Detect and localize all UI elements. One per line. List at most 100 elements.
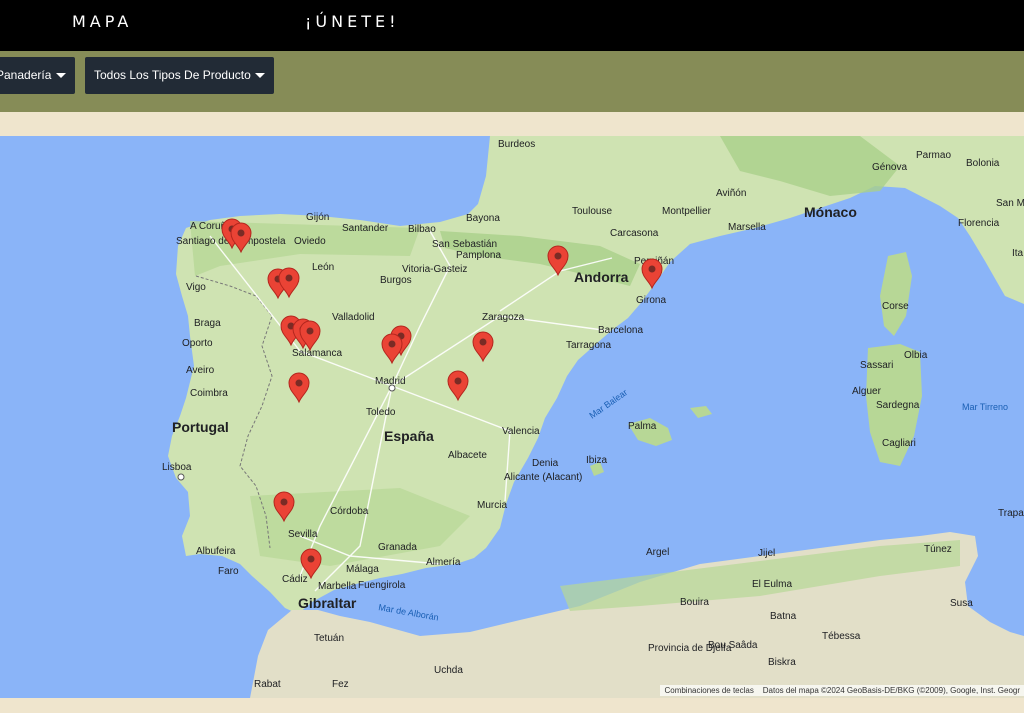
map-label: Andorra <box>574 269 629 285</box>
map-label: Sevilla <box>288 529 318 540</box>
map-label: Trapa <box>998 508 1024 519</box>
top-navigation: MAPA ¡ÚNETE! <box>0 0 1024 51</box>
map-label: Valencia <box>502 426 540 437</box>
map-label: Tetuán <box>314 633 344 644</box>
map-label: Carcasona <box>610 228 659 239</box>
map-label: Ita <box>1012 248 1024 259</box>
map-label: Denia <box>532 458 559 469</box>
map-label: Cádiz <box>282 574 308 585</box>
map-label: Uchda <box>434 665 463 676</box>
map-label: Santander <box>342 223 389 234</box>
island-corsica <box>880 252 912 336</box>
map-label: Fez <box>332 679 349 690</box>
map-label: Bilbao <box>408 224 436 235</box>
map-label: Túnez <box>924 544 952 555</box>
map-label: Granada <box>378 542 417 553</box>
map-label: Génova <box>872 162 907 173</box>
map-label: Palma <box>628 421 657 432</box>
map-label: Gijón <box>306 212 329 223</box>
map-view[interactable]: Portugal España Andorra Mónaco Gibraltar… <box>0 136 1024 698</box>
map-label: Zaragoza <box>482 312 525 323</box>
chevron-down-icon <box>56 73 66 78</box>
chevron-down-icon <box>255 73 265 78</box>
map-label: Mar Balear <box>587 387 629 420</box>
map-label: Barcelona <box>598 325 643 336</box>
map-label: Argel <box>646 547 669 558</box>
map-label: Almería <box>426 557 461 568</box>
map-label: Montpellier <box>662 206 712 217</box>
map-label: Toledo <box>366 407 396 418</box>
map-label: Marsella <box>728 222 766 233</box>
map-label: Florencia <box>958 218 1000 229</box>
map-attribution: Combinaciones de teclas Datos del mapa ©… <box>660 685 1024 696</box>
map-label: Girona <box>636 295 666 306</box>
category-select-value: Panadería <box>0 68 52 82</box>
map-label: Cagliari <box>882 438 916 449</box>
map-label: Marbella <box>318 581 357 592</box>
filter-bar: Panadería Todos Los Tipos De Producto <box>0 51 1024 112</box>
map-label: Albufeira <box>196 546 236 557</box>
nav-link-unete[interactable]: ¡ÚNETE! <box>305 12 400 31</box>
map-label: Burdeos <box>498 139 535 150</box>
map-canvas: Portugal España Andorra Mónaco Gibraltar… <box>162 136 1024 698</box>
nav-link-mapa[interactable]: MAPA <box>72 12 132 31</box>
map-label: Rabat <box>254 679 281 690</box>
map-label: Gibraltar <box>298 595 357 611</box>
map-label: Jijel <box>758 548 775 559</box>
map-label: Madrid <box>375 376 406 387</box>
map-label: Sardegna <box>876 400 920 411</box>
island-menorca <box>690 406 712 418</box>
map-label: Aveiro <box>186 365 215 376</box>
map-label: Portugal <box>172 419 229 435</box>
map-label: Vigo <box>186 282 206 293</box>
map-label: Albacete <box>448 450 487 461</box>
map-label: Lisboa <box>162 462 192 473</box>
map-label: Salamanca <box>292 348 342 359</box>
map-label: Faro <box>218 566 239 577</box>
map-label: El Eulma <box>752 579 792 590</box>
map-label: Mar de Alborán <box>378 602 440 622</box>
map-label: Aviñón <box>716 188 746 199</box>
map-label: Biskra <box>768 657 796 668</box>
map-label: Bou Saâda <box>708 640 758 651</box>
footer-band <box>0 698 1024 713</box>
map-label: Sassari <box>860 360 893 371</box>
map-label: Murcia <box>477 500 507 511</box>
map-label: Oviedo <box>294 236 326 247</box>
map-label: Toulouse <box>572 206 612 217</box>
map-label: Bolonia <box>966 158 1000 169</box>
map-label: Alicante (Alacant) <box>504 472 582 483</box>
map-label: San Ma <box>996 198 1024 209</box>
map-label: Braga <box>194 318 221 329</box>
map-label: Parmao <box>916 150 951 161</box>
map-label: Bouira <box>680 597 709 608</box>
map-label: Susa <box>950 598 973 609</box>
product-type-select-value: Todos Los Tipos De Producto <box>94 68 251 82</box>
map-label: Málaga <box>346 564 379 575</box>
map-label: España <box>384 428 434 444</box>
map-label: Burgos <box>380 275 412 286</box>
map-label: Bayona <box>466 213 500 224</box>
keyboard-shortcuts-link[interactable]: Combinaciones de teclas <box>664 686 753 695</box>
map-label: Tarragona <box>566 340 611 351</box>
map-label: Vitoria-Gasteiz <box>402 264 467 275</box>
map-label: Pamplona <box>456 250 501 261</box>
map-label: Valladolid <box>332 312 375 323</box>
map-label: Alguer <box>852 386 882 397</box>
map-label: Ibiza <box>586 455 608 466</box>
map-label: Batna <box>770 611 797 622</box>
map-label: Córdoba <box>330 506 369 517</box>
map-label: León <box>312 262 334 273</box>
product-type-select[interactable]: Todos Los Tipos De Producto <box>85 57 274 94</box>
map-label: Oporto <box>182 338 213 349</box>
category-select[interactable]: Panadería <box>0 57 75 94</box>
map-label: Tébessa <box>822 631 861 642</box>
map-label: Fuengirola <box>358 580 406 591</box>
map-label: San Sebastián <box>432 239 497 250</box>
spacer-band <box>0 112 1024 136</box>
map-data-credit: Datos del mapa ©2024 GeoBasis-DE/BKG (©2… <box>762 686 1020 695</box>
map-label: Mar Tirreno <box>962 402 1008 412</box>
map-label: Olbia <box>904 350 928 361</box>
map-label: Mónaco <box>804 204 857 220</box>
map-label: Corse <box>882 301 909 312</box>
